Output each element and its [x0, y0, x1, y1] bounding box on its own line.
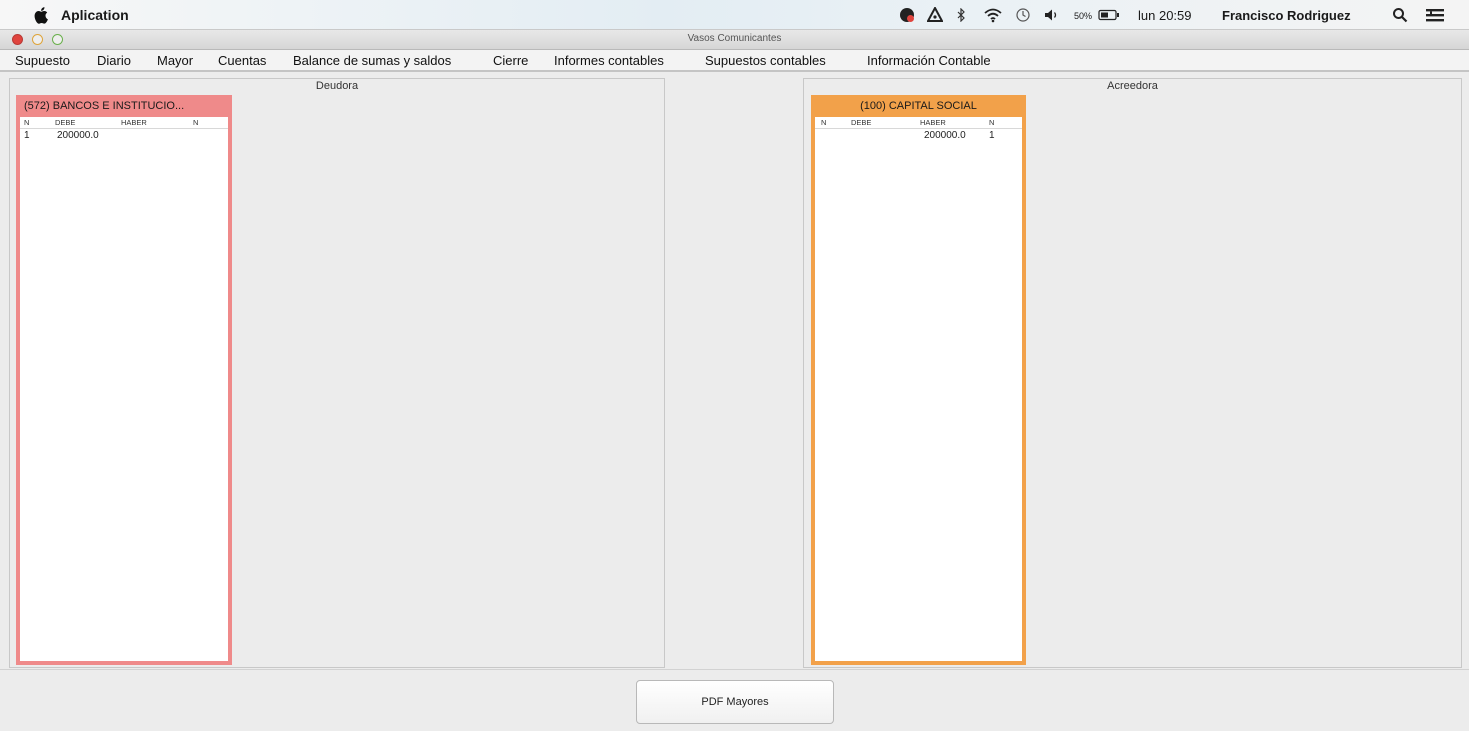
table-row[interactable]: 1 200000.0: [20, 129, 228, 142]
panel-acreedora-title: Acreedora: [1107, 80, 1158, 92]
column-header-n-left: N: [24, 118, 30, 127]
window-title: Vasos Comunicantes: [687, 33, 782, 44]
menu-informacion-contable[interactable]: Información Contable: [867, 53, 991, 68]
column-header-haber: HABER: [121, 118, 147, 127]
window-titlebar: Vasos Comunicantes: [0, 30, 1469, 50]
t-account-100[interactable]: (100) CAPITAL SOCIAL N DEBE HABER N 2000…: [811, 95, 1026, 665]
t-account-table: N DEBE HABER N 200000.0 1: [815, 117, 1022, 661]
panel-deudora-title: Deudora: [315, 80, 359, 92]
menubar-clock[interactable]: lun 20:59: [1138, 8, 1192, 23]
table-header-row: N DEBE HABER N: [20, 117, 228, 129]
apple-icon[interactable]: [34, 6, 50, 24]
t-account-header: (100) CAPITAL SOCIAL: [860, 100, 977, 112]
t-account-header: (572) BANCOS E INSTITUCIO...: [24, 100, 185, 112]
column-header-haber: HABER: [920, 118, 946, 127]
menu-cierre[interactable]: Cierre: [493, 53, 528, 68]
t-account-572[interactable]: (572) BANCOS E INSTITUCIO... N DEBE HABE…: [16, 95, 232, 665]
menu-diario[interactable]: Diario: [97, 53, 131, 68]
t-account-table: N DEBE HABER N 1 200000.0: [20, 117, 228, 661]
menu-supuesto[interactable]: Supuesto: [15, 53, 70, 68]
table-header-row: N DEBE HABER N: [815, 117, 1022, 129]
drive-icon[interactable]: [926, 6, 944, 24]
menu-cuentas[interactable]: Cuentas: [218, 53, 266, 68]
list-icon[interactable]: [1424, 6, 1446, 24]
time-machine-icon[interactable]: [1014, 6, 1032, 24]
column-header-debe: DEBE: [55, 118, 76, 127]
menu-balance-sumas-saldos[interactable]: Balance de sumas y saldos: [293, 53, 451, 68]
cell-n-right: 1: [989, 130, 995, 141]
table-row[interactable]: 200000.0 1: [815, 129, 1022, 142]
search-icon[interactable]: [1390, 6, 1410, 24]
menubar-user-name[interactable]: Francisco Rodriguez: [1222, 8, 1351, 23]
volume-icon[interactable]: [1043, 6, 1061, 24]
app-name[interactable]: Aplication: [61, 7, 129, 23]
record-icon[interactable]: [897, 6, 917, 24]
cell-haber: 200000.0: [924, 130, 966, 141]
menu-informes-contables[interactable]: Informes contables: [554, 53, 664, 68]
system-menubar: Aplication 50% lun 20:59 Francisco Rodri…: [0, 0, 1469, 30]
bottom-bar: PDF Mayores: [0, 669, 1469, 731]
panel-deudora: Deudora (572) BANCOS E INSTITUCIO... N D…: [9, 78, 665, 668]
battery-icon[interactable]: [1098, 6, 1120, 24]
panel-acreedora: Acreedora (100) CAPITAL SOCIAL N DEBE HA…: [803, 78, 1462, 668]
battery-percent: 50%: [1074, 11, 1093, 21]
column-header-debe: DEBE: [851, 118, 872, 127]
app-screen: Aplication 50% lun 20:59 Francisco Rodri…: [0, 0, 1469, 731]
cell-debe: 200000.0: [57, 130, 99, 141]
column-header-n-left: N: [821, 118, 827, 127]
cell-n-left: 1: [24, 130, 30, 141]
column-header-n-right: N: [193, 118, 199, 127]
bluetooth-icon[interactable]: [955, 6, 967, 24]
wifi-icon[interactable]: [982, 6, 1004, 24]
menu-supuestos-contables[interactable]: Supuestos contables: [705, 53, 826, 68]
column-header-n-right: N: [989, 118, 995, 127]
menu-mayor[interactable]: Mayor: [157, 53, 193, 68]
pdf-mayores-button[interactable]: PDF Mayores: [636, 680, 834, 724]
app-menubar: Supuesto Diario Mayor Cuentas Balance de…: [0, 50, 1469, 72]
